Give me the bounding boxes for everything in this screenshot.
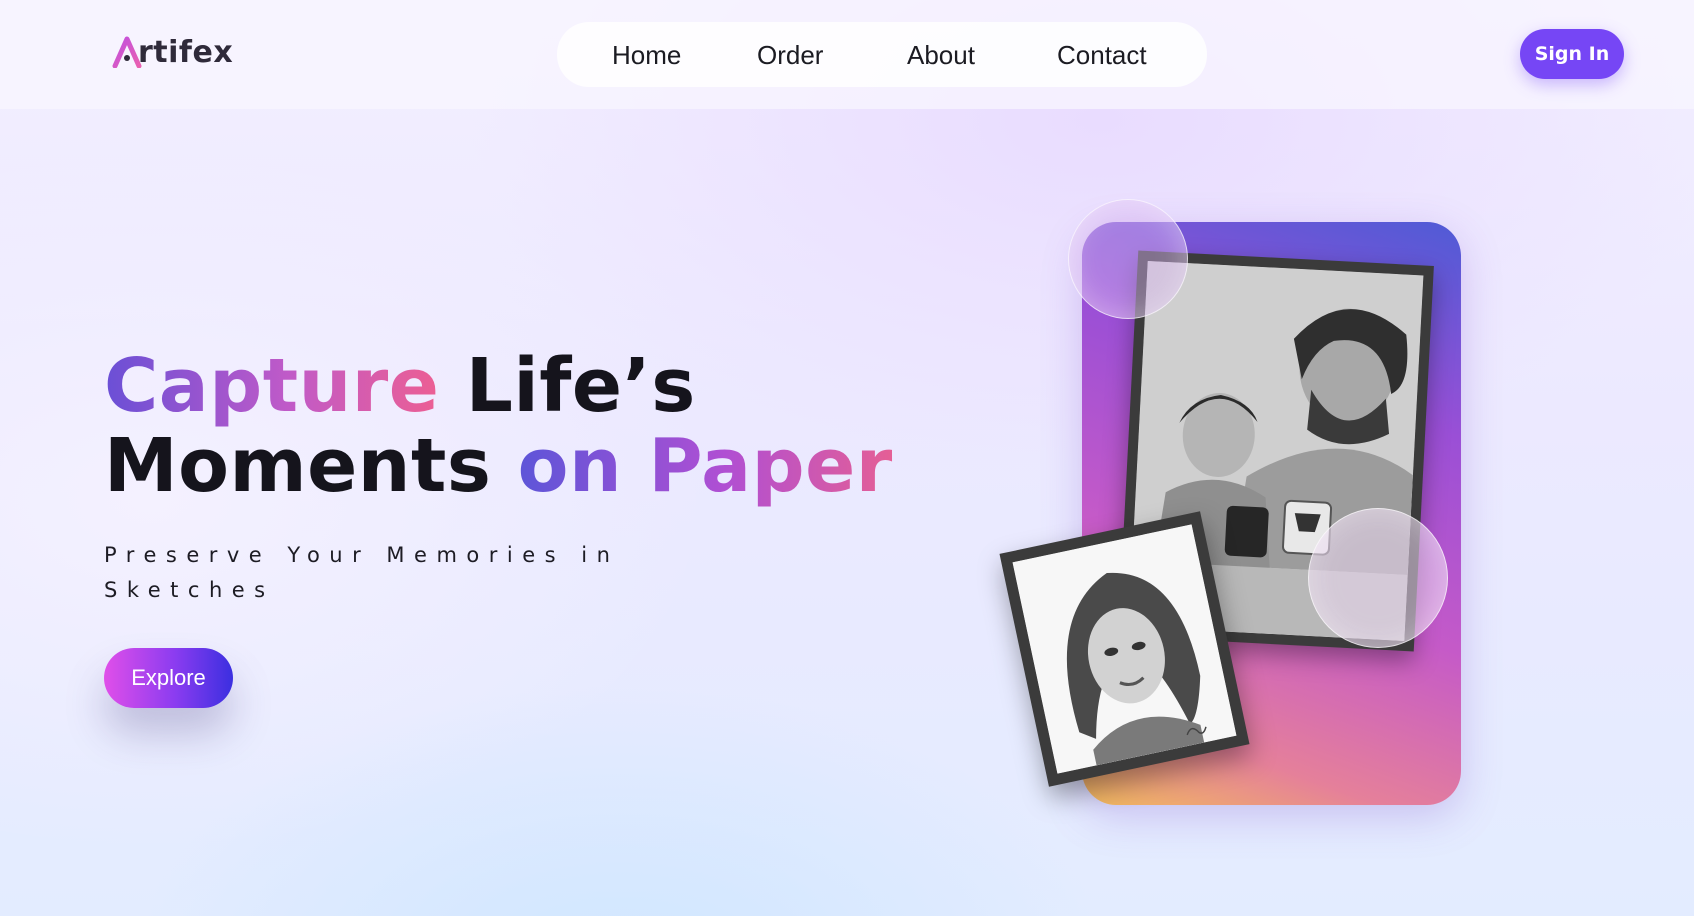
sketch-image-portrait	[1012, 524, 1237, 774]
headline-capture: Capture	[104, 343, 440, 429]
nav-about[interactable]: About	[907, 40, 975, 71]
headline-lifes: Life’s	[465, 343, 696, 429]
explore-button[interactable]: Explore	[104, 648, 233, 708]
glass-bubble-bottom	[1308, 508, 1448, 648]
nav-order[interactable]: Order	[757, 40, 823, 71]
nav-contact[interactable]: Contact	[1057, 40, 1147, 71]
site-header: rtifex Home Order About Contact Sign In	[0, 0, 1694, 109]
headline-moments: Moments	[104, 423, 492, 509]
hero-headline: Capture Life’s Moments on Paper	[104, 346, 893, 506]
main-nav: Home Order About Contact	[557, 22, 1207, 87]
logo-text: rtifex	[138, 34, 234, 70]
sketch-portrait-illustration	[1012, 524, 1237, 774]
logo[interactable]: rtifex	[112, 32, 233, 72]
nav-home[interactable]: Home	[612, 40, 681, 71]
hero-subtitle: Preserve Your Memories in Sketches	[104, 543, 620, 602]
sign-in-button[interactable]: Sign In	[1520, 29, 1624, 79]
headline-on-paper: on Paper	[517, 423, 893, 509]
glass-bubble-top	[1068, 199, 1188, 319]
